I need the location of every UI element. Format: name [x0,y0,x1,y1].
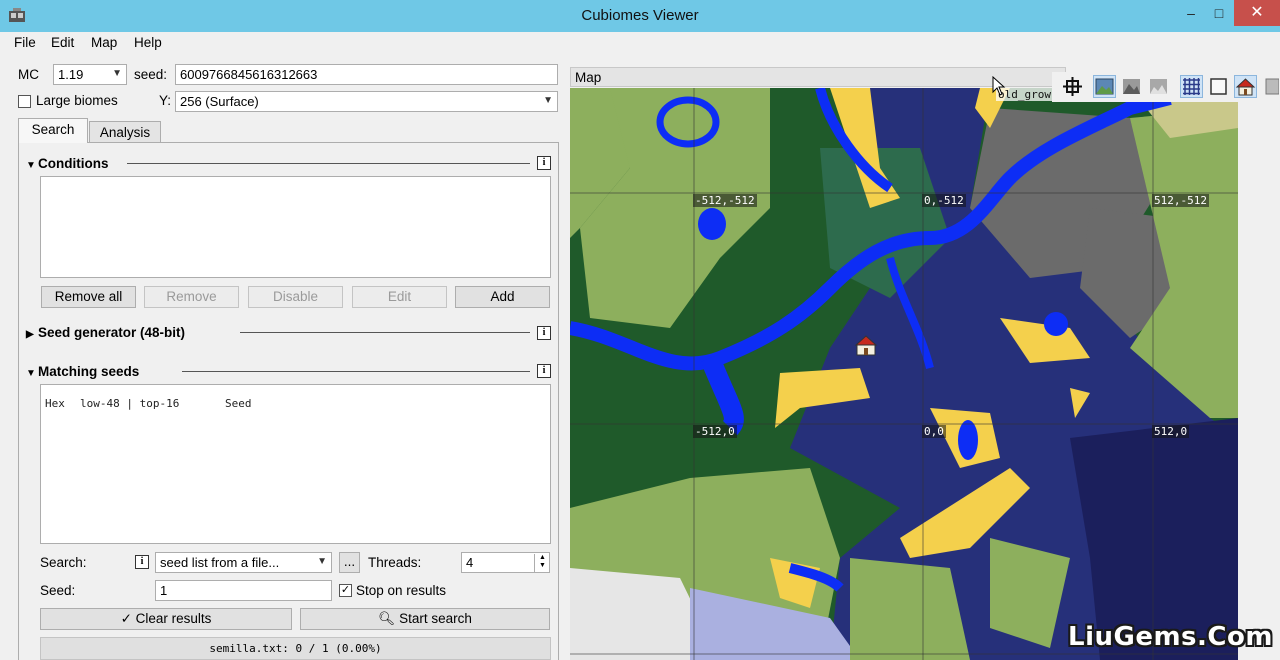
biome-map[interactable] [570,88,1238,660]
mouse-cursor-icon [992,76,1006,96]
house-icon [1235,78,1256,96]
map-coord-label: 512,-512 [1152,194,1209,207]
start-search-button[interactable]: 🔍︎ Start search [300,608,550,630]
divider [127,163,530,164]
search-label: Search: [40,555,87,570]
seed-generator-title: Seed generator (48-bit) [38,325,186,340]
biome-map-canvas[interactable] [570,88,1238,660]
column-header-low-top[interactable]: low-48 | top-16 [80,397,179,410]
menu-file[interactable]: File [14,35,36,50]
seed-input[interactable]: 6009766845616312663 [175,64,558,85]
browse-button[interactable]: ... [339,552,360,573]
large-biomes-checkbox[interactable] [18,95,31,108]
image-icon [1095,78,1114,95]
map-coord-label: 0,0 [922,425,946,438]
add-button[interactable]: Add [455,286,550,308]
terrain-layer-button[interactable] [1147,75,1170,98]
conditions-title: Conditions [38,156,109,171]
spin-arrows-icon[interactable]: ▲ ▼ [534,554,550,572]
clear-results-button[interactable]: ✓ Clear results [40,608,292,630]
info-icon[interactable]: i [537,156,551,170]
info-icon[interactable]: i [537,364,551,378]
y-level-select[interactable]: 256 (Surface) ▼ [175,91,558,112]
window-title: Cubiomes Viewer [581,7,699,24]
mc-version-value: 1.19 [58,67,84,82]
grid-icon [1183,78,1200,95]
crosshair-icon [1063,77,1082,96]
mc-version-select[interactable]: 1.19 ▼ [53,64,127,85]
disable-button[interactable]: Disable [248,286,343,308]
search-mode-value: seed list from a file... [160,555,280,570]
divider [182,371,530,372]
square-icon [1210,78,1227,95]
title-bar: Cubiomes Viewer – □ ✕ [0,0,1280,32]
seed-label: seed: [134,67,168,82]
map-title: Map [575,70,602,85]
info-icon[interactable]: i [537,326,551,340]
crosshair-button[interactable] [1061,75,1084,98]
spawn-toggle-button[interactable] [1234,75,1257,98]
image-layer-button[interactable] [1093,75,1116,98]
seed-start-label: Seed: [40,583,76,598]
outline-toggle-button[interactable] [1207,75,1230,98]
triangle-down-icon: ▼ [26,368,36,379]
menu-bar: File Edit Map Help [0,32,1280,54]
map-coord-label: -512,0 [693,425,737,438]
info-icon[interactable]: i [135,555,149,569]
chevron-down-icon: ▼ [317,556,327,567]
stop-on-results-checkbox[interactable]: ✓ [339,584,352,597]
remove-all-button[interactable]: Remove all [41,286,136,308]
conditions-header[interactable]: ▼ Conditions [26,156,109,171]
search-progress-status: semilla.txt: 0 / 1 (0.00%) [40,637,551,660]
close-button[interactable]: ✕ [1234,0,1280,26]
minimize-button[interactable]: – [1180,0,1202,26]
menu-edit[interactable]: Edit [51,35,74,50]
mc-label: MC [18,67,39,82]
divider [240,332,530,333]
stop-on-results-label: Stop on results [356,583,447,598]
threads-label: Threads: [368,555,422,570]
conditions-list[interactable] [40,176,551,278]
seed-generator-header[interactable]: ▶ Seed generator (48-bit) [26,325,185,340]
maximize-button[interactable]: □ [1206,0,1232,26]
edit-button[interactable]: Edit [352,286,447,308]
triangle-right-icon: ▶ [26,329,34,340]
more-icon [1265,78,1280,95]
search-mode-select[interactable]: seed list from a file... ▼ [155,552,332,573]
y-label: Y: [159,93,172,108]
matching-seeds-title: Matching seeds [38,364,140,379]
chevron-down-icon: ▼ [112,68,122,79]
map-coord-label: 512,0 [1152,425,1190,438]
mountain-icon [1123,79,1140,94]
map-toolbar [1052,72,1280,102]
large-biomes-label: Large biomes [36,93,118,108]
menu-help[interactable]: Help [134,35,162,50]
map-coord-label: -512,-512 [693,194,757,207]
triangle-down-icon: ▼ [26,160,36,171]
map-coord-label: 0,-512 [922,194,966,207]
chevron-down-icon: ▼ [543,95,553,106]
grid-toggle-button[interactable] [1180,75,1203,98]
start-search-label: Start search [399,611,472,626]
watermark: LiuGems.Com [1068,622,1273,652]
clear-results-label: Clear results [135,611,212,626]
height-layer-button[interactable] [1120,75,1143,98]
menu-map[interactable]: Map [91,35,117,50]
more-tools-button[interactable] [1263,75,1280,98]
remove-button[interactable]: Remove [144,286,239,308]
y-level-value: 256 (Surface) [180,94,259,109]
seed-start-input[interactable]: 1 [155,580,332,601]
matching-seeds-header[interactable]: ▼ Matching seeds [26,364,139,379]
tab-search[interactable]: Search [18,118,88,143]
column-header-hex[interactable]: Hex [45,397,65,410]
broom-icon: ✓ [120,611,132,626]
column-header-seed[interactable]: Seed [225,397,252,410]
terrain-icon [1150,79,1167,94]
search-icon: 🔍︎ [378,611,396,626]
tab-analysis[interactable]: Analysis [89,121,161,144]
